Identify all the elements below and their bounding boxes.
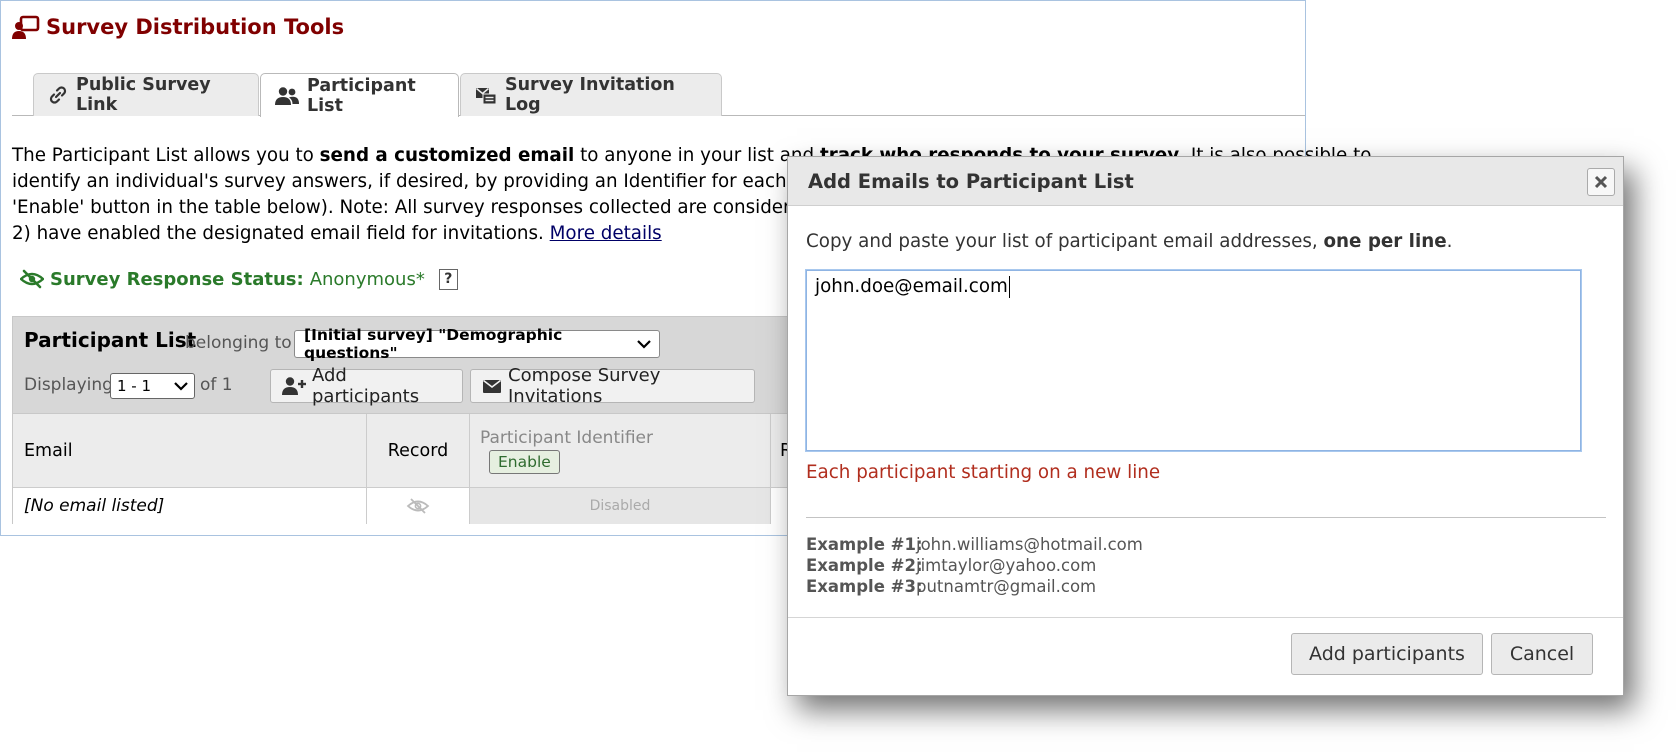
- page-range-value: 1 - 1: [117, 377, 152, 395]
- displaying-label: Displaying: [24, 375, 113, 395]
- example-label: Example #3:: [806, 577, 923, 596]
- enable-identifier-button[interactable]: Enable: [489, 449, 560, 474]
- tab-label: Survey Invitation Log: [505, 75, 675, 115]
- compose-invitations-label: Compose Survey Invitations: [508, 365, 661, 407]
- chevron-down-icon: [637, 338, 651, 350]
- column-header-record[interactable]: Record: [367, 414, 470, 487]
- survey-select[interactable]: [Initial survey] "Demographic questions": [294, 326, 660, 362]
- instruction-end: .: [1446, 231, 1453, 252]
- column-header-label: Record: [387, 440, 449, 461]
- eye-slash-icon: [20, 269, 44, 289]
- page-range-select[interactable]: 1 - 1: [110, 373, 195, 399]
- example-1: Example #1:john.williams@hotmail.com: [806, 535, 1143, 554]
- record-cell: [367, 488, 470, 524]
- tab-label: Participant List: [307, 75, 416, 116]
- status-label: Survey Response Status:: [50, 268, 304, 290]
- example-2: Example #2:jimtaylor@yahoo.com: [806, 556, 1096, 575]
- dialog-cancel-button[interactable]: Cancel: [1491, 633, 1593, 675]
- intro-bold-fragment: send a customized email: [319, 145, 575, 166]
- column-header-email[interactable]: Email: [13, 414, 367, 487]
- column-header-label: Email: [24, 440, 73, 461]
- mail-log-icon: [475, 85, 497, 105]
- text-caret: [1008, 276, 1010, 298]
- dialog-instruction: Copy and paste your list of participant …: [806, 231, 1452, 252]
- belonging-to-label: belonging to: [185, 333, 292, 353]
- email-value: [No email listed]: [24, 496, 165, 516]
- add-participants-button[interactable]: Add participants: [270, 365, 463, 407]
- tab-bar: Public Survey Link Participant List Surv…: [12, 73, 1305, 117]
- intro-text-fragment: The Participant List allows you to: [12, 145, 320, 166]
- panel-title: Survey Distribution Tools: [12, 13, 344, 41]
- tab-participant-list[interactable]: Participant List: [260, 73, 459, 117]
- intro-text-fragment: 2) have enabled the designated email fie…: [12, 223, 550, 244]
- identifier-cell: Disabled: [470, 488, 771, 524]
- envelope-icon: [482, 378, 502, 394]
- dialog-hint: Each participant starting on a new line: [806, 462, 1161, 483]
- chevron-down-icon: [174, 380, 188, 392]
- example-value: john.williams@hotmail.com: [916, 535, 1143, 554]
- column-header-label: Participant Identifier: [480, 427, 653, 448]
- dialog-close-button[interactable]: [1587, 168, 1615, 196]
- eye-slash-icon: [406, 497, 430, 515]
- survey-distribution-icon: [12, 14, 40, 40]
- close-icon: [1594, 175, 1608, 189]
- example-value: putnamtr@gmail.com: [916, 577, 1097, 596]
- survey-select-value: [Initial survey] "Demographic questions": [304, 326, 563, 362]
- survey-response-status: Survey Response Status: Anonymous* ?: [20, 265, 458, 293]
- dialog-header: Add Emails to Participant List: [788, 157, 1623, 206]
- email-cell: [No email listed]: [13, 488, 367, 524]
- add-emails-dialog: Add Emails to Participant List Copy and …: [787, 156, 1624, 696]
- identifier-value: Disabled: [589, 498, 651, 514]
- dialog-title: Add Emails to Participant List: [808, 170, 1134, 193]
- email-list-textarea[interactable]: john.doe@email.com: [806, 270, 1581, 451]
- instruction-bold: one per line: [1323, 231, 1447, 252]
- textarea-value: john.doe@email.com: [815, 276, 1008, 297]
- page-count-label: of 1: [200, 375, 233, 395]
- dialog-add-participants-button[interactable]: Add participants: [1291, 633, 1483, 675]
- example-value: jimtaylor@yahoo.com: [916, 556, 1097, 575]
- intro-text-fragment: to anyone in your list and: [574, 145, 820, 166]
- panel-title-text: Survey Distribution Tools: [46, 15, 345, 39]
- instruction-text: Copy and paste your list of participant …: [806, 231, 1324, 252]
- more-details-link[interactable]: More details: [550, 223, 662, 244]
- column-header-identifier: Participant Identifier Enable: [470, 414, 771, 487]
- compose-invitations-button[interactable]: Compose Survey Invitations: [470, 365, 755, 407]
- example-label: Example #2:: [806, 556, 923, 575]
- example-label: Example #1:: [806, 535, 923, 554]
- example-3: Example #3:putnamtr@gmail.com: [806, 577, 1096, 596]
- add-participants-label: Add participants: [312, 365, 420, 407]
- dialog-divider: [806, 517, 1606, 518]
- user-plus-icon: [282, 376, 306, 396]
- users-icon: [275, 86, 299, 106]
- status-value: Anonymous*: [309, 268, 425, 290]
- tab-public-survey-link[interactable]: Public Survey Link: [33, 73, 259, 116]
- link-icon: [48, 85, 68, 105]
- tab-label: Public Survey Link: [76, 75, 211, 115]
- participant-list-title: Participant List: [24, 328, 197, 352]
- status-help-button[interactable]: ?: [438, 268, 458, 290]
- tab-survey-invitation-log[interactable]: Survey Invitation Log: [460, 73, 722, 116]
